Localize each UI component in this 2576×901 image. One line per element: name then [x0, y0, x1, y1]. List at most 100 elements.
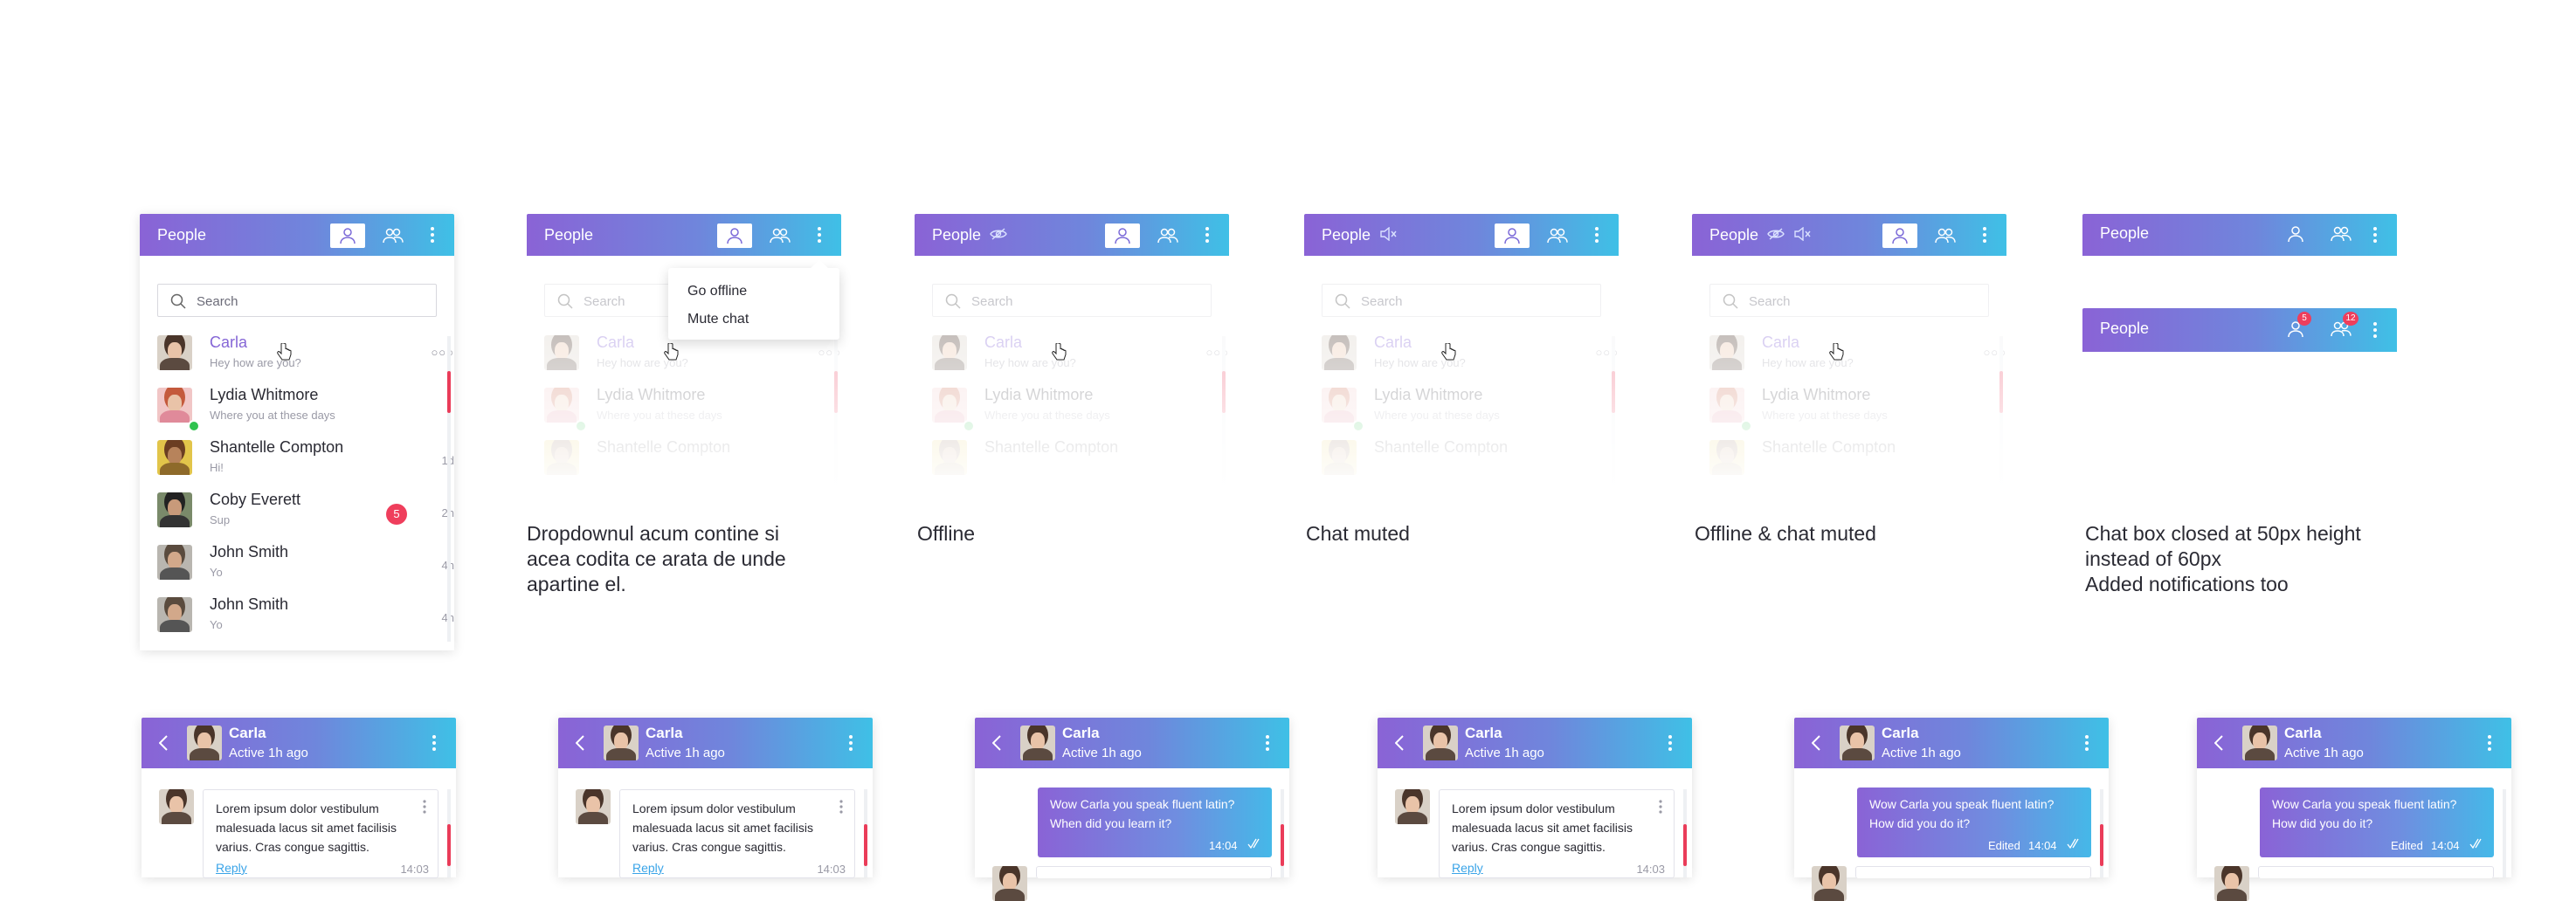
scrollbar[interactable]	[447, 789, 451, 877]
contact-row-coby[interactable]: Coby Everett Sup 5 2h	[157, 489, 454, 540]
person-tab-button[interactable]	[330, 224, 365, 248]
more-vertical-icon[interactable]	[2084, 734, 2089, 752]
person-tab-button[interactable]	[1882, 224, 1917, 248]
message-time: 14:03	[1636, 863, 1665, 876]
scrollbar[interactable]	[1281, 789, 1284, 877]
contact-row-lydia[interactable]: Lydia Whitmore Where you at these days	[157, 384, 454, 435]
person-tab-button[interactable]	[1105, 224, 1140, 248]
message-line: malesuada lacus sit amet facilisis	[632, 821, 813, 835]
scrollbar[interactable]	[1683, 789, 1687, 877]
back-chevron-icon[interactable]	[2214, 735, 2223, 751]
chat-contact-status: Active 1h ago	[646, 746, 725, 760]
chat-window-3: Carla Active 1h ago Wow Carla you speak …	[975, 718, 1289, 901]
more-vertical-icon[interactable]	[817, 226, 822, 244]
more-vertical-icon[interactable]	[2372, 226, 2378, 244]
more-vertical-icon[interactable]	[2372, 321, 2378, 339]
more-vertical-icon[interactable]	[1594, 226, 1599, 244]
more-vertical-icon[interactable]	[1205, 226, 1210, 244]
group-tab-button[interactable]	[761, 224, 796, 248]
more-vertical-icon[interactable]	[1265, 734, 1270, 752]
chat-contact-status: Active 1h ago	[1465, 746, 1544, 760]
back-chevron-icon[interactable]	[1395, 735, 1404, 751]
search-input[interactable]: Search	[157, 284, 437, 317]
contact-message: Where you at these days	[210, 409, 335, 422]
chat-window-6: Carla Active 1h ago Wow Carla you speak …	[2197, 718, 2511, 901]
menu-item-go-offline[interactable]: Go offline	[687, 284, 747, 299]
group-tab-button[interactable]	[1149, 224, 1184, 248]
people-panel-dropdown: People Search CarlaHey how are you?○○○ L…	[527, 214, 841, 493]
contact-name: Coby Everett	[210, 491, 301, 508]
scrollbar[interactable]	[2100, 789, 2103, 877]
more-vertical-icon[interactable]	[432, 734, 437, 752]
scrollbar[interactable]	[447, 336, 451, 642]
people-bar-closed-notifications[interactable]: People 5 12	[2082, 308, 2397, 352]
incoming-message: Lorem ipsum dolor vestibulum malesuada l…	[619, 789, 855, 878]
message-line: How did you do it?	[2272, 816, 2373, 830]
more-vertical-icon[interactable]	[1982, 226, 1987, 244]
more-vertical-icon[interactable]	[839, 799, 844, 815]
reply-link[interactable]: Reply	[1452, 858, 1483, 877]
message-line: varius. Cras congue sagittis.	[1452, 840, 1606, 854]
people-bar-closed[interactable]: People	[2082, 214, 2397, 256]
message-avatar	[1812, 866, 1847, 901]
message-time: 14:04	[1209, 839, 1238, 852]
group-notification-badge: 12	[2343, 312, 2358, 326]
outgoing-message: Wow Carla you speak fluent latin? How di…	[2260, 788, 2494, 857]
group-tab-button[interactable]	[374, 224, 409, 248]
person-tab-button[interactable]	[1495, 224, 1530, 248]
people-title: People	[2100, 320, 2150, 337]
chat-contact-status: Active 1h ago	[229, 746, 308, 760]
chat-contact-status: Active 1h ago	[1882, 746, 1961, 760]
avatar	[157, 597, 192, 632]
message-avatar	[2214, 866, 2249, 901]
chat-header: Carla Active 1h ago	[975, 718, 1289, 768]
more-vertical-icon[interactable]	[422, 799, 427, 815]
more-vertical-icon[interactable]	[848, 734, 853, 752]
menu-item-mute-chat[interactable]: Mute chat	[687, 312, 749, 327]
scrollbar[interactable]	[864, 789, 867, 877]
back-chevron-icon[interactable]	[992, 735, 1001, 751]
chat-contact-name: Carla	[646, 725, 683, 741]
more-vertical-icon[interactable]	[2487, 734, 2492, 752]
back-chevron-icon[interactable]	[576, 735, 584, 751]
person-icon	[1115, 228, 1130, 244]
more-vertical-icon[interactable]	[430, 226, 435, 244]
fade-overlay	[915, 266, 1229, 493]
reply-link[interactable]: Reply	[632, 858, 664, 877]
group-icon	[1935, 228, 1956, 244]
message-line: malesuada lacus sit amet facilisis	[216, 821, 397, 835]
contact-row-john-1[interactable]: John Smith Yo 4h	[157, 541, 454, 592]
message-line: How did you do it?	[1869, 816, 1971, 830]
people-title: People	[1322, 226, 1371, 244]
fade-overlay	[1692, 266, 2006, 493]
online-indicator	[188, 420, 200, 432]
back-chevron-icon[interactable]	[1812, 735, 1820, 751]
contact-row-john-2[interactable]: John Smith Yo 4h	[157, 594, 454, 644]
edited-label: Edited	[1988, 839, 2020, 852]
more-vertical-icon[interactable]	[1668, 734, 1673, 752]
back-chevron-icon[interactable]	[159, 735, 168, 751]
more-vertical-icon[interactable]	[1658, 799, 1663, 815]
search-icon	[170, 293, 186, 309]
contact-row-shantelle[interactable]: Shantelle Compton Hi! 1d	[157, 437, 454, 487]
message-avatar	[1395, 789, 1430, 824]
group-icon[interactable]	[2331, 225, 2352, 243]
caption-offline: Offline	[917, 522, 976, 545]
avatar	[157, 388, 192, 423]
group-tab-button[interactable]	[1926, 224, 1961, 248]
chat-avatar	[187, 726, 222, 760]
fade-overlay	[1304, 266, 1619, 493]
chat-window-5: Carla Active 1h ago Wow Carla you speak …	[1794, 718, 2109, 901]
group-tab-button[interactable]	[1538, 224, 1573, 248]
chat-contact-name: Carla	[1062, 725, 1100, 741]
person-icon	[340, 228, 356, 244]
more-horizontal-icon[interactable]: ○○○	[431, 346, 454, 359]
contact-name: John Smith	[210, 595, 289, 613]
scrollbar[interactable]	[2503, 789, 2506, 877]
reply-link[interactable]: Reply	[216, 858, 247, 877]
incoming-message-partial	[2258, 866, 2494, 878]
message-line: Lorem ipsum dolor vestibulum	[1452, 801, 1615, 815]
person-tab-button[interactable]	[717, 224, 752, 248]
person-icon[interactable]	[2287, 225, 2304, 243]
contact-row-carla[interactable]: Carla Hey how are you? ○○○	[157, 332, 454, 382]
